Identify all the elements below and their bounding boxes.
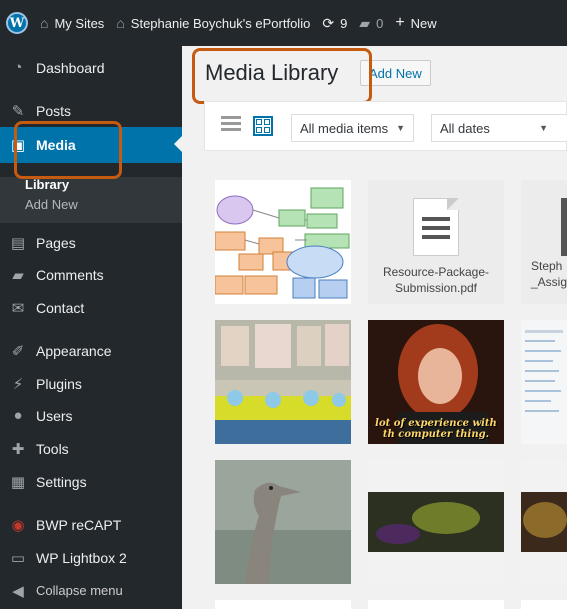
date-filter[interactable]: All dates ▼ — [431, 114, 567, 142]
site-name-label: Stephanie Boychuk's ePortfolio — [130, 15, 311, 31]
sidebar-item-label: Settings — [36, 473, 87, 490]
plug-icon: ⚡ — [12, 375, 24, 393]
updates-count: 9 — [340, 15, 348, 31]
wrench-icon: ✚ — [11, 440, 25, 458]
media-item-resource-package[interactable]: Resource-Package-Submission.pdf — [368, 180, 504, 304]
list-view-icon[interactable] — [221, 116, 241, 136]
collapse-menu-button[interactable]: ◀ Collapse menu — [0, 574, 182, 607]
sidebar-item-label: Contact — [36, 299, 85, 316]
gif-caption: lot of experience with th computer thing… — [375, 418, 497, 440]
sidebar-item-comments[interactable]: ▰ Comments — [0, 258, 182, 291]
lightbox-icon: ▭ — [10, 549, 26, 567]
recaptcha-icon: ◉ — [11, 516, 25, 534]
sidebar-item-label: BWP reCAPT — [36, 516, 122, 533]
admin-bar: W ⌂ My Sites ⌂ Stephanie Boychuk's ePort… — [0, 0, 567, 46]
annotation-highlight-media — [14, 121, 122, 179]
media-toolbar: All media items ▼ All dates ▼ — [204, 101, 567, 151]
updates-button[interactable]: ⟳ 9 — [316, 0, 353, 46]
media-item-partial[interactable] — [368, 600, 504, 609]
yarn-thumbnail — [368, 460, 504, 584]
media-submenu: Library Add New — [0, 177, 182, 223]
my-sites-label: My Sites — [54, 15, 105, 31]
media-item-yarn-colorful[interactable] — [521, 460, 567, 584]
media-filename: Steph _Assig — [531, 259, 567, 289]
date-value: All dates — [440, 120, 490, 136]
home-icon: ⌂ — [116, 15, 125, 31]
lab-photo-thumbnail — [215, 320, 351, 444]
new-label: New — [410, 15, 437, 31]
media-item-partial[interactable] — [215, 600, 351, 609]
my-sites-button[interactable]: ⌂ My Sites — [34, 0, 110, 46]
sidebar-item-appearance[interactable]: ✐ Appearance — [0, 334, 182, 367]
wordpress-icon: W — [6, 12, 28, 34]
mail-icon: ✉ — [11, 299, 25, 317]
media-item-partial[interactable] — [521, 600, 567, 609]
dashboard-icon: ◔ — [13, 59, 23, 76]
sidebar-item-users[interactable]: ● Users — [0, 399, 182, 432]
sidebar-item-bwp-recaptcha[interactable]: ◉ BWP reCAPT — [0, 508, 182, 541]
media-item-yarn-dark[interactable] — [368, 460, 504, 584]
refresh-icon: ⟳ — [322, 14, 335, 31]
media-item-bird-photo[interactable] — [215, 460, 351, 584]
sidebar-item-contact[interactable]: ✉ Contact — [0, 291, 182, 324]
sidebar-item-label: Posts — [36, 102, 72, 119]
sidebar-item-plugins[interactable]: ⚡ Plugins — [0, 367, 182, 400]
sidebar-item-pages[interactable]: ▤ Pages — [0, 226, 182, 259]
screenshot-thumbnail — [521, 320, 567, 444]
sidebar-item-label: Tools — [36, 440, 69, 457]
sidebar-item-label: Appearance — [36, 342, 112, 359]
media-filename: Resource-Package-Submission.pdf — [382, 265, 490, 295]
brush-icon: ✐ — [11, 342, 25, 360]
sidebar-item-label: Dashboard — [36, 59, 105, 76]
sidebar-item-dashboard[interactable]: ◔ Dashboard — [0, 51, 182, 84]
comments-icon: ▰ — [12, 266, 24, 284]
document-icon — [413, 198, 459, 256]
plus-icon: + — [395, 14, 405, 31]
sidebar-item-label: WP Lightbox 2 — [36, 549, 127, 566]
chevron-down-icon: ▼ — [539, 123, 548, 133]
new-content-button[interactable]: + New — [389, 0, 442, 46]
collapse-icon: ◀ — [12, 582, 24, 600]
submenu-item-add-new[interactable]: Add New — [25, 197, 78, 212]
media-type-filter[interactable]: All media items ▼ — [291, 114, 415, 142]
media-item-stephanie-assignment[interactable]: Steph _Assig — [521, 180, 567, 304]
pin-icon: ✎ — [11, 102, 25, 120]
active-indicator — [174, 136, 182, 152]
media-item-lab-photo[interactable] — [215, 320, 351, 444]
sites-icon: ⌂ — [40, 15, 49, 31]
sidebar-item-tools[interactable]: ✚ Tools — [0, 432, 182, 465]
site-name-button[interactable]: ⌂ Stephanie Boychuk's ePortfolio — [110, 0, 316, 46]
yarn-colorful-thumbnail — [521, 460, 567, 584]
sidebar-item-label: Comments — [36, 266, 104, 283]
users-icon: ● — [13, 407, 23, 424]
sidebar-item-label: Pages — [36, 234, 76, 251]
settings-icon: ▦ — [10, 473, 26, 491]
bird-photo-thumbnail — [215, 460, 351, 584]
annotation-highlight-title — [192, 48, 372, 104]
pages-icon: ▤ — [10, 234, 26, 252]
chevron-down-icon: ▼ — [396, 123, 406, 133]
media-item-screenshot[interactable] — [521, 320, 567, 444]
comments-count: 0 — [376, 15, 384, 31]
media-type-value: All media items — [300, 120, 389, 136]
submenu-item-library[interactable]: Library — [25, 177, 69, 192]
sidebar-item-wp-lightbox[interactable]: ▭ WP Lightbox 2 — [0, 541, 182, 574]
sidebar-item-label: Users — [36, 407, 73, 424]
media-item-flowchart[interactable] — [215, 180, 351, 304]
grid-view-icon[interactable] — [253, 116, 273, 136]
sidebar-item-settings[interactable]: ▦ Settings — [0, 465, 182, 498]
wordpress-logo-button[interactable]: W — [0, 0, 34, 46]
flowchart-thumbnail — [215, 180, 351, 304]
sidebar-item-label: Collapse menu — [36, 583, 123, 598]
media-item-gif-woman[interactable]: lot of experience with th computer thing… — [368, 320, 504, 444]
comments-button[interactable]: ▰ 0 — [353, 0, 389, 46]
sidebar-item-label: Plugins — [36, 375, 82, 392]
comment-bubble-icon: ▰ — [359, 14, 371, 31]
document-icon — [561, 198, 567, 256]
